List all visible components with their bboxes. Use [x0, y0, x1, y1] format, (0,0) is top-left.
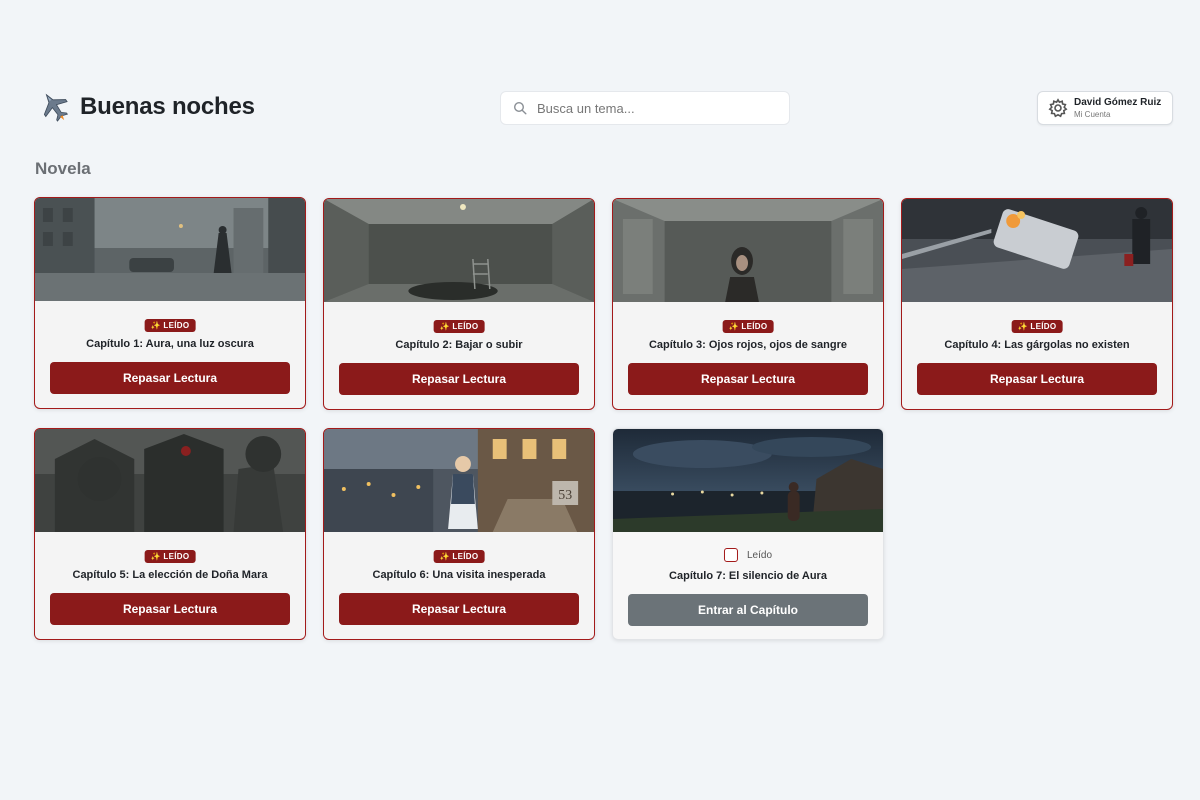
review-reading-button[interactable]: Repasar Lectura: [917, 363, 1157, 395]
account-subtitle: Mi Cuenta: [1074, 109, 1111, 119]
chapter-thumbnail: [902, 199, 1172, 302]
chapter-title: Capítulo 7: El silencio de Aura: [669, 570, 827, 582]
chapter-card: ✨ LEÍDO Capítulo 3: Ojos rojos, ojos de …: [612, 198, 884, 410]
chapter-title: Capítulo 5: La elección de Doña Mara: [72, 569, 268, 581]
chapter-title: Capítulo 1: Aura, una luz oscura: [86, 338, 254, 350]
search-input[interactable]: [537, 100, 767, 116]
chapter-thumbnail: 53: [324, 429, 594, 532]
fighter-jet-icon: [38, 90, 72, 124]
read-badge: ✨ LEÍDO: [144, 550, 196, 563]
read-checkbox-label: Leído: [746, 549, 773, 561]
chapter-thumbnail: [613, 429, 883, 532]
chapter-card: ✨ LEÍDO Capítulo 1: Aura, una luz oscura…: [34, 197, 306, 409]
greeting: Buenas noches: [38, 90, 255, 124]
read-badge: ✨ LEÍDO: [722, 320, 774, 333]
search-bar[interactable]: [500, 91, 790, 125]
read-badge: ✨ LEÍDO: [433, 550, 485, 563]
chapter-title: Capítulo 2: Bajar o subir: [395, 339, 523, 351]
read-checkbox[interactable]: [723, 548, 738, 562]
review-reading-button[interactable]: Repasar Lectura: [50, 362, 290, 394]
gear-icon: [1048, 98, 1068, 118]
chapter-title: Capítulo 4: Las gárgolas no existen: [944, 339, 1130, 351]
read-badge: ✨ LEÍDO: [433, 320, 485, 333]
chapter-thumbnail: [613, 199, 883, 302]
search-icon: [513, 101, 527, 115]
chapter-card: 53 ✨ LEÍDO Capítulo 6: Una visita inespe…: [323, 428, 595, 640]
chapter-title: Capítulo 6: Una visita inesperada: [372, 569, 546, 581]
chapter-card: ✨ LEÍDO Capítulo 2: Bajar o subir Repasa…: [323, 198, 595, 410]
chapter-card: ✨ LEÍDO Capítulo 5: La elección de Doña …: [34, 428, 306, 640]
review-reading-button[interactable]: Repasar Lectura: [339, 593, 579, 625]
account-name: David Gómez Ruiz: [1074, 96, 1162, 108]
chapter-card: ✨ LEÍDO Capítulo 4: Las gárgolas no exis…: [901, 198, 1173, 410]
chapter-thumbnail: [35, 198, 305, 301]
account-button[interactable]: David Gómez Ruiz Mi Cuenta: [1037, 91, 1173, 125]
greeting-title: Buenas noches: [80, 93, 255, 120]
chapter-card: Leído Capítulo 7: El silencio de Aura En…: [612, 428, 884, 640]
read-badge: ✨ LEÍDO: [1011, 320, 1063, 333]
read-badge: ✨ LEÍDO: [144, 319, 196, 332]
review-reading-button[interactable]: Repasar Lectura: [50, 593, 290, 625]
enter-chapter-button[interactable]: Entrar al Capítulo: [628, 594, 868, 626]
chapter-thumbnail: [35, 429, 305, 532]
review-reading-button[interactable]: Repasar Lectura: [628, 363, 868, 395]
read-checkbox-row[interactable]: Leído: [723, 548, 773, 562]
chapter-title: Capítulo 3: Ojos rojos, ojos de sangre: [648, 339, 848, 351]
page-header: Buenas noches David Gómez Ruiz Mi Cuenta: [0, 0, 1200, 140]
svg-text:53: 53: [558, 488, 572, 503]
review-reading-button[interactable]: Repasar Lectura: [339, 363, 579, 395]
chapter-thumbnail: [324, 199, 594, 302]
section-title: Novela: [35, 159, 91, 178]
